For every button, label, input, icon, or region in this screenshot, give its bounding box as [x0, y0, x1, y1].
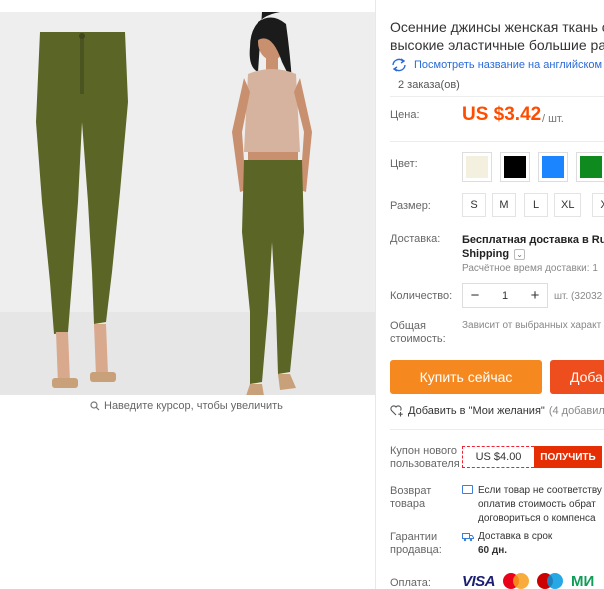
- price-unit: / шт.: [542, 113, 564, 125]
- size-option-l[interactable]: L: [524, 193, 548, 217]
- swatch-fill: [542, 156, 564, 178]
- returns-policy: Если товар не соответству оплатив стоимо…: [462, 484, 602, 526]
- coupon-label-line1: Купон нового: [390, 445, 458, 457]
- color-swatch-green[interactable]: [576, 152, 604, 182]
- maestro-logo: [537, 573, 564, 589]
- coupon-label: Купон нового пользователя: [390, 445, 460, 471]
- quantity-label: Количество:: [390, 290, 453, 302]
- quantity-decrease-button[interactable]: −: [463, 284, 487, 307]
- add-to-wishlist[interactable]: Добавить в "Мои желания" (4 добавили): [390, 404, 604, 417]
- product-title-line2: высокие эластичные большие разм: [390, 37, 604, 53]
- add-to-cart-button[interactable]: Доба: [550, 360, 604, 394]
- size-label: Размер:: [390, 200, 431, 212]
- shipping-method-line1: Бесплатная доставка в Russ: [462, 234, 604, 246]
- price-label: Цена:: [390, 109, 420, 121]
- left-leg: [56, 332, 70, 384]
- buy-now-button[interactable]: Купить сейчас: [390, 360, 542, 394]
- quantity-stepper: − +: [462, 283, 548, 308]
- guarantee-label: Гарантии продавца:: [390, 531, 442, 557]
- color-swatch-black[interactable]: [500, 152, 530, 182]
- total-label: Общая стоимость:: [390, 320, 446, 346]
- color-label: Цвет:: [390, 158, 418, 170]
- coupon-label-line2: пользователя: [390, 458, 460, 470]
- sandal-right: [90, 372, 116, 382]
- returns-label-line1: Возврат: [390, 485, 432, 497]
- search-icon: [90, 401, 100, 411]
- column-divider: [375, 0, 376, 589]
- total-label-line1: Общая: [390, 320, 426, 332]
- returns-line3: договориться о компенса: [478, 513, 596, 524]
- total-label-line2: стоимость:: [390, 333, 446, 345]
- divider: [390, 96, 604, 97]
- returns-line2: оплатив стоимость обрат: [478, 499, 596, 510]
- guarantee-label-line1: Гарантии: [390, 531, 438, 543]
- payment-label: Оплата:: [390, 577, 431, 589]
- guarantee-line1: Доставка в срок: [478, 531, 553, 542]
- delivery-truck-icon: [462, 533, 474, 542]
- product-title-line1: Осенние джинсы женская ткань с вы: [390, 19, 604, 35]
- mir-logo: МИ: [571, 572, 595, 589]
- divider: [390, 141, 604, 142]
- translate-icon: [392, 58, 406, 72]
- product-image[interactable]: [0, 12, 375, 395]
- wishlist-text[interactable]: Добавить в "Мои желания": [408, 405, 545, 417]
- divider: [390, 429, 604, 430]
- product-title: Осенние джинсы женская ткань с вы высоки…: [390, 18, 604, 54]
- new-user-coupon: US $4.00 ПОЛУЧИТЬ: [462, 446, 602, 468]
- shipping-label: Доставка:: [390, 233, 441, 245]
- price-value: US $3.42: [462, 104, 542, 125]
- swatch-fill: [466, 156, 488, 178]
- chevron-down-icon[interactable]: ⌄: [514, 248, 526, 260]
- returns-line1: Если товар не соответству: [478, 485, 602, 496]
- coupon-amount: US $4.00: [462, 446, 534, 468]
- return-policy-icon: [462, 485, 473, 494]
- swatch-fill: [504, 156, 526, 178]
- product-info: Осенние джинсы женская ткань с вы высоки…: [390, 0, 604, 589]
- total-value: Зависит от выбранных характ: [462, 320, 602, 331]
- guarantee-label-line2: продавца:: [390, 544, 442, 556]
- color-swatch-blue[interactable]: [538, 152, 568, 182]
- seller-guarantee: Доставка в срок 60 дн.: [462, 530, 552, 558]
- shipping-method-line2: Shipping: [462, 248, 510, 260]
- wishlist-count: (4 добавили): [548, 404, 604, 417]
- size-option-s[interactable]: S: [462, 193, 486, 217]
- size-option-m[interactable]: M: [492, 193, 516, 217]
- get-coupon-button[interactable]: ПОЛУЧИТЬ: [534, 446, 602, 468]
- returns-label-line2: товара: [390, 498, 426, 510]
- heart-plus-icon: [390, 405, 403, 417]
- payment-methods: VISA МИ: [462, 572, 594, 589]
- orders-count: 2 заказа(ов): [398, 79, 460, 91]
- quantity-input[interactable]: [487, 284, 523, 307]
- guarantee-line2: 60 дн.: [478, 545, 508, 556]
- color-swatch-cream[interactable]: [462, 152, 492, 182]
- delivery-time: Расчётное время доставки: 1: [462, 263, 598, 274]
- mastercard-logo: [503, 573, 530, 589]
- shipping-method[interactable]: Бесплатная доставка в Russ Shipping ⌄: [462, 233, 604, 261]
- visa-logo: VISA: [462, 572, 496, 589]
- zoom-hint-text: Наведите курсор, чтобы увеличить: [104, 400, 283, 412]
- translate-link-text[interactable]: Посмотреть название на английском: [414, 59, 602, 71]
- sandal-left: [52, 378, 78, 388]
- translate-link[interactable]: Посмотреть название на английском: [390, 58, 602, 72]
- zoom-hint: Наведите курсор, чтобы увеличить: [90, 400, 283, 412]
- quantity-increase-button[interactable]: +: [523, 284, 547, 307]
- size-option-xl[interactable]: XL: [554, 193, 582, 217]
- size-option-x[interactable]: X: [592, 193, 604, 217]
- swatch-fill: [580, 156, 602, 178]
- product-photo: [0, 12, 375, 395]
- quantity-available: шт. (32032: [554, 291, 603, 302]
- right-leg: [94, 324, 108, 376]
- returns-label: Возврат товара: [390, 485, 431, 511]
